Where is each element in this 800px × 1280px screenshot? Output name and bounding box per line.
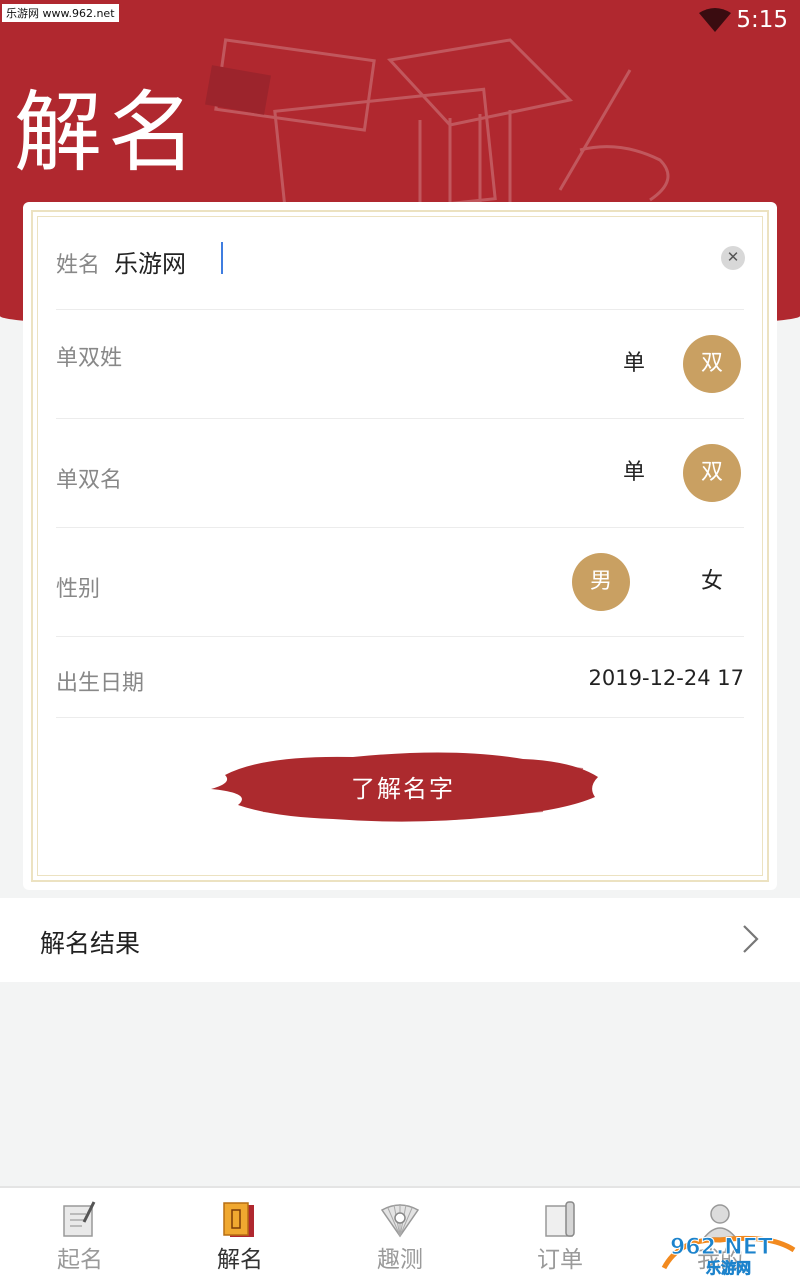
- svg-text:乐游网: 乐游网: [706, 1259, 751, 1276]
- book-icon: [223, 1202, 254, 1237]
- wifi-icon: [699, 8, 731, 32]
- understand-name-label: 了解名字: [351, 775, 455, 803]
- name-field-row[interactable]: 姓名 乐游网 ✕: [56, 202, 745, 310]
- gender-label: 性别: [56, 577, 101, 602]
- watermark: 乐游网 www.962.net: [2, 4, 119, 22]
- name-input[interactable]: 乐游网: [114, 244, 186, 279]
- name-label: 姓名: [56, 253, 101, 278]
- name-form-card: 姓名 乐游网 ✕ 单双姓 单 双 单双名 单 双 性别 男 女 出生日期 201…: [23, 202, 777, 890]
- text-caret: [221, 242, 223, 274]
- chevron-right-icon: [743, 925, 759, 953]
- given-name-single-option[interactable]: 单: [605, 444, 663, 502]
- given-name-type-label: 单双名: [56, 468, 123, 493]
- tab-label: 趣测: [377, 1247, 423, 1273]
- birth-date-value[interactable]: 2019-12-24 17: [589, 666, 744, 690]
- birth-date-label: 出生日期: [56, 671, 145, 696]
- given-name-double-option[interactable]: 双: [683, 444, 741, 502]
- tab-label: 解名: [217, 1247, 263, 1273]
- given-name-type-row: 单双名 单 双: [56, 419, 744, 528]
- svg-text:962.NET: 962.NET: [670, 1235, 773, 1260]
- name-result-row[interactable]: 解名结果: [0, 898, 800, 982]
- tab-quce[interactable]: 趣测: [320, 1188, 480, 1280]
- surname-single-option[interactable]: 单: [605, 335, 663, 393]
- fan-icon: [380, 1204, 420, 1238]
- tab-label: 订单: [537, 1247, 583, 1273]
- tab-qiming[interactable]: 起名: [0, 1188, 160, 1280]
- status-time: 5:15: [736, 7, 788, 33]
- surname-type-label: 单双姓: [56, 346, 123, 371]
- understand-name-button[interactable]: 了解名字: [203, 747, 598, 827]
- name-result-label: 解名结果: [40, 929, 141, 958]
- scroll-icon: [545, 1201, 575, 1237]
- books-illustration: [204, 38, 670, 220]
- tab-label: 起名: [57, 1247, 103, 1273]
- site-logo: 962.NET 乐游网: [661, 1235, 796, 1276]
- tab-jieming[interactable]: 解名: [160, 1188, 320, 1280]
- surname-double-option[interactable]: 双: [683, 335, 741, 393]
- gender-male-option[interactable]: 男: [572, 553, 630, 611]
- surname-type-row: 单双姓 单 双: [56, 310, 744, 419]
- clear-icon[interactable]: ✕: [721, 246, 745, 270]
- calligraphy-icon: [63, 1201, 96, 1237]
- gender-row: 性别 男 女: [56, 528, 744, 637]
- page-title: 解名: [14, 81, 203, 184]
- tab-dingdan[interactable]: 订单: [480, 1188, 640, 1280]
- gender-female-option[interactable]: 女: [683, 553, 741, 611]
- status-bar: 5:15: [0, 0, 800, 40]
- birth-date-row[interactable]: 出生日期 2019-12-24 17: [56, 637, 744, 718]
